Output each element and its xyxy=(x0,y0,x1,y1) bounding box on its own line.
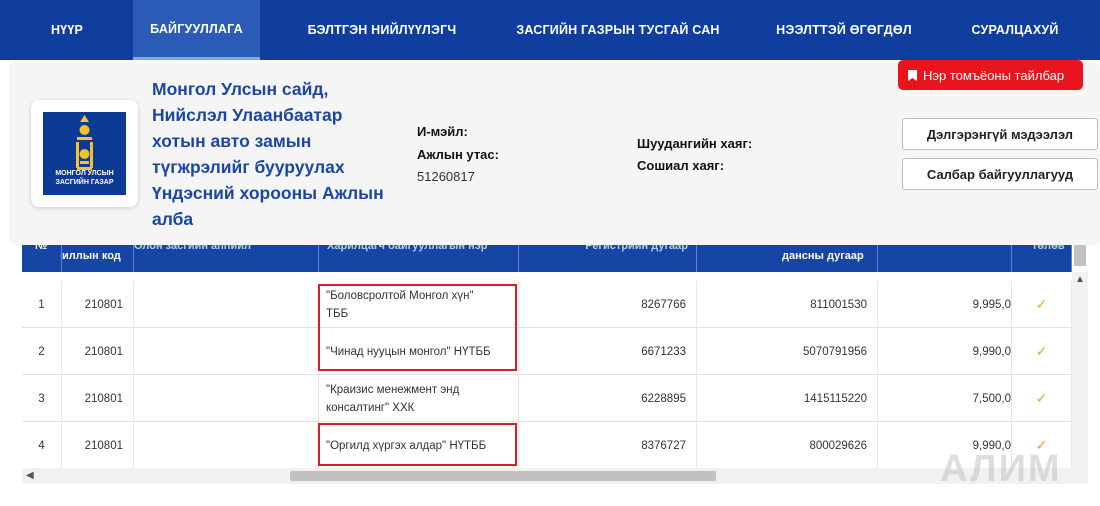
table-row[interactable]: 4 210801 "Оргилд хүргэх алдар" НҮТББ 837… xyxy=(22,422,1072,469)
logo-text: ЗАСГИЙН ГАЗАР xyxy=(55,179,114,186)
cell-registration: 8267766 xyxy=(519,281,697,328)
cell-number: 1 xyxy=(22,281,62,328)
scrollbar-thumb[interactable] xyxy=(290,471,716,481)
logo-text: МОНГОЛ УЛСЫН xyxy=(55,170,114,177)
postal-address-label: Шуудангийн хаяг: xyxy=(637,136,753,151)
glossary-button[interactable]: Нэр томъёоны тайлбар xyxy=(898,60,1083,90)
partner-name-line: "Краизис менежмент энд xyxy=(326,383,460,396)
government-logo: МОНГОЛ УЛСЫН ЗАСГИЙН ГАЗАР xyxy=(31,100,138,207)
checkmark-icon: ✓ xyxy=(1035,390,1048,406)
cell-registration: 6671233 xyxy=(519,328,697,375)
table-row[interactable]: 3 210801 "Краизис менежмент энд консалти… xyxy=(22,375,1072,422)
table-row[interactable]: 2 210801 "Чинад нууцын монгол" НҮТББ 667… xyxy=(22,328,1072,375)
cell-approval xyxy=(134,281,319,328)
cell-number: 3 xyxy=(22,375,62,422)
cell-status: ✓ xyxy=(1012,281,1072,328)
cell-amount: 9,995,0 xyxy=(878,281,1012,328)
nav-item-home[interactable]: НҮҮР xyxy=(34,0,100,60)
table-row[interactable]: 1 210801 "Боловсролтой Монгол хүн" ТББ 8… xyxy=(22,281,1072,328)
nav-item-special-fund[interactable]: ЗАСГИЙН ГАЗРЫН ТУСГАЙ САН xyxy=(508,0,728,60)
cell-registration: 8376727 xyxy=(519,422,697,469)
top-navigation: НҮҮР БАЙГУУЛЛАГА БЭЛТГЭН НИЙЛҮҮЛЭГЧ ЗАСГ… xyxy=(0,0,1100,60)
email-label: И-мэйл: xyxy=(417,124,468,139)
partner-name-line: консалтинг" ХХК xyxy=(326,401,415,414)
scroll-up-icon[interactable]: ▲ xyxy=(1075,274,1085,285)
cell-code: 210801 xyxy=(62,281,134,328)
cell-code: 210801 xyxy=(62,422,134,469)
cell-code: 210801 xyxy=(62,375,134,422)
cell-number: 2 xyxy=(22,328,62,375)
cell-account: 5070791956 xyxy=(697,328,878,375)
organization-name: Монгол Улсын сайд, Нийслэл Улаанбаатар х… xyxy=(152,79,384,229)
cell-registration: 6228895 xyxy=(519,375,697,422)
checkmark-icon: ✓ xyxy=(1035,343,1048,359)
soyombo-emblem: МОНГОЛ УЛСЫН ЗАСГИЙН ГАЗАР xyxy=(43,112,126,195)
bookmark-icon xyxy=(908,69,917,81)
highlight-box xyxy=(318,423,517,466)
cell-account: 811001530 xyxy=(697,281,878,328)
nav-item-learning[interactable]: СУРАЛЦАХУЙ xyxy=(960,0,1070,60)
cell-amount: 7,500,0 xyxy=(878,375,1012,422)
cell-code: 210801 xyxy=(62,328,134,375)
highlight-box xyxy=(318,284,517,371)
phone-value: 51260817 xyxy=(417,169,475,184)
watermark: АЛИМ xyxy=(940,448,1062,490)
branches-button[interactable]: Салбар байгууллагууд xyxy=(902,158,1098,190)
nav-item-suppliers[interactable]: БЭЛТГЭН НИЙЛҮҮЛЭГЧ xyxy=(296,0,468,60)
cell-account: 800029626 xyxy=(697,422,878,469)
cell-amount: 9,990,0 xyxy=(878,328,1012,375)
vertical-scrollbar[interactable]: ▲ xyxy=(1072,230,1088,468)
cell-account: 1415115220 xyxy=(697,375,878,422)
social-label: Сошиал хаяг: xyxy=(637,158,725,173)
nav-item-open-data[interactable]: НЭЭЛТТЭЙ ӨГӨГДӨЛ xyxy=(770,0,918,60)
cell-status: ✓ xyxy=(1012,328,1072,375)
phone-label: Ажлын утас: xyxy=(417,147,499,162)
cell-status: ✓ xyxy=(1012,375,1072,422)
contracts-table: № иллын код Олон засгийн аппийл Харилцаг… xyxy=(22,230,1088,506)
cell-approval xyxy=(134,375,319,422)
cell-partner: "Краизис менежмент энд консалтинг" ХХК xyxy=(319,375,519,422)
organization-card: МОНГОЛ УЛСЫН ЗАСГИЙН ГАЗАР Монгол Улсын … xyxy=(9,60,1100,245)
scroll-left-icon[interactable]: ◀ xyxy=(26,470,34,481)
details-button[interactable]: Дэлгэрэнгүй мэдээлэл xyxy=(902,118,1098,150)
cell-number: 4 xyxy=(22,422,62,469)
cell-approval xyxy=(134,422,319,469)
horizontal-scrollbar[interactable]: ◀ xyxy=(22,468,1088,484)
checkmark-icon: ✓ xyxy=(1035,296,1048,312)
cell-approval xyxy=(134,328,319,375)
nav-item-organizations[interactable]: БАЙГУУЛЛАГА xyxy=(133,0,260,60)
